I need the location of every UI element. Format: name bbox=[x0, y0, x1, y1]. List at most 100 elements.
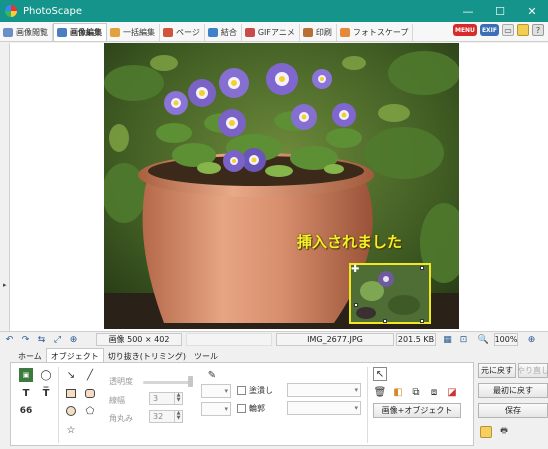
line-width-value: 3 bbox=[153, 394, 159, 403]
group-icon[interactable]: ⧈ bbox=[427, 385, 441, 399]
outline-label: 輪郭 bbox=[249, 404, 265, 413]
filesize-field: 201.5 KB bbox=[396, 333, 436, 346]
rounded-rectangle-icon[interactable] bbox=[83, 386, 97, 400]
status-bar: ↶ ↷ ⇆ ⤢ ⊕ 画像 500 × 402 IMG_2677.JPG 201.… bbox=[0, 331, 548, 347]
tab-tools[interactable]: ツール bbox=[190, 349, 222, 363]
text-icon[interactable]: T bbox=[19, 386, 33, 400]
tab-combine[interactable]: 結合 bbox=[205, 24, 242, 41]
image-object-button[interactable]: 画像+オブジェクト bbox=[373, 403, 461, 418]
photoscape-logo-icon bbox=[5, 5, 17, 17]
tab-print[interactable]: 印刷 bbox=[300, 24, 337, 41]
photoscape-icon bbox=[339, 28, 350, 37]
expand-arrow-icon[interactable]: ▸ bbox=[3, 281, 7, 289]
editor-icon bbox=[57, 28, 67, 37]
zoom-fit-icon[interactable]: ⊕ bbox=[67, 333, 80, 346]
resize-handle[interactable] bbox=[383, 319, 387, 323]
image-canvas[interactable]: 挿入されました ✚ bbox=[10, 43, 548, 331]
arrow-line-icon[interactable]: ↘ bbox=[64, 368, 78, 382]
folder-icon[interactable] bbox=[517, 24, 529, 36]
minimize-button[interactable]: — bbox=[452, 0, 484, 22]
zoom-in-icon[interactable]: ⊕ bbox=[525, 333, 538, 346]
tab-label: GIFアニメ bbox=[257, 28, 295, 37]
zoom-field[interactable]: 100% bbox=[494, 333, 518, 346]
ellipse-icon[interactable] bbox=[64, 404, 78, 418]
blank-field bbox=[186, 333, 272, 346]
fill-checkbox[interactable] bbox=[237, 386, 246, 395]
tab-page[interactable]: ページ bbox=[160, 24, 205, 41]
window-icon[interactable]: ▭ bbox=[502, 24, 514, 36]
maximize-button[interactable]: ☐ bbox=[484, 0, 516, 22]
pointer-tool-icon[interactable]: ↖ bbox=[373, 367, 387, 381]
combine-icon bbox=[207, 28, 218, 37]
star-icon[interactable]: ☆ bbox=[64, 423, 78, 437]
flip-icon[interactable]: ⇆ bbox=[35, 333, 48, 346]
opacity-slider-track[interactable] bbox=[143, 381, 193, 384]
quote-icon[interactable]: 66 bbox=[19, 404, 33, 418]
fill-style-dropdown[interactable]: ▾ bbox=[287, 383, 361, 397]
text-vertical-icon[interactable]: T̅ bbox=[39, 386, 53, 400]
bring-front-icon[interactable]: ◧ bbox=[391, 385, 405, 399]
undo-button[interactable]: 元に戻す bbox=[478, 363, 516, 378]
tab-gif[interactable]: GIFアニメ bbox=[242, 24, 300, 41]
line-style-dropdown[interactable]: ▾ bbox=[201, 384, 231, 398]
round-label: 角丸み bbox=[109, 414, 133, 423]
tab-home[interactable]: ホーム bbox=[14, 349, 46, 363]
opacity-slider-thumb[interactable] bbox=[188, 376, 193, 387]
save-button[interactable]: 保存 bbox=[478, 403, 548, 418]
line-icon[interactable]: ╱ bbox=[83, 368, 97, 382]
separator bbox=[367, 367, 368, 443]
tab-crop[interactable]: 切り抜き(トリミング) bbox=[104, 349, 190, 363]
outline-style-dropdown[interactable]: ▾ bbox=[287, 401, 361, 415]
rectangle-icon[interactable] bbox=[64, 386, 78, 400]
window-title: PhotoScape bbox=[23, 5, 82, 17]
help-icon[interactable]: ? bbox=[532, 24, 544, 36]
resize-icon[interactable]: ⤢ bbox=[51, 333, 64, 346]
tab-viewer[interactable]: 画像閲覧 bbox=[0, 24, 53, 41]
menu-button[interactable]: MENU bbox=[452, 24, 477, 36]
resize-handle[interactable] bbox=[420, 266, 424, 270]
close-button[interactable]: ✕ bbox=[516, 0, 548, 22]
inserted-text-object[interactable]: 挿入されました bbox=[297, 231, 402, 252]
grid-icon[interactable]: ▦ bbox=[441, 333, 454, 346]
object-color-icon[interactable]: ◪ bbox=[445, 385, 459, 399]
tab-label: 画像編集 bbox=[70, 28, 102, 37]
fit-window-icon[interactable]: ⊡ bbox=[457, 333, 470, 346]
photo-object-icon[interactable]: ▣ bbox=[19, 368, 33, 382]
speech-balloon-icon[interactable]: ◯ bbox=[39, 368, 53, 382]
redo-button[interactable]: やり直し bbox=[517, 363, 548, 378]
round-stepper[interactable]: 32 ▲ ▼ bbox=[149, 410, 183, 423]
zoom-out-icon[interactable]: 🔍 bbox=[477, 333, 490, 346]
round-value: 32 bbox=[153, 412, 164, 421]
open-file-icon[interactable] bbox=[480, 426, 492, 438]
eyedropper-icon[interactable]: ✎ bbox=[205, 368, 219, 382]
tab-label: 印刷 bbox=[315, 28, 332, 37]
line-color-dropdown[interactable]: ▾ bbox=[201, 402, 231, 416]
line-width-stepper[interactable]: 3 ▲ ▼ bbox=[149, 392, 183, 405]
image-size-field: 画像 500 × 402 bbox=[96, 333, 182, 346]
delete-object-icon[interactable]: 🗑 bbox=[373, 385, 387, 399]
tab-batch[interactable]: 一括編集 bbox=[107, 24, 160, 41]
tab-photoscape[interactable]: フォトスケープ bbox=[337, 24, 414, 41]
line-width-label: 線幅 bbox=[109, 396, 125, 405]
fill-label: 塗潰し bbox=[249, 386, 273, 395]
outline-checkbox[interactable] bbox=[237, 404, 246, 413]
filename-field: IMG_2677.JPG bbox=[276, 333, 394, 346]
rotate-left-icon[interactable]: ↶ bbox=[3, 333, 16, 346]
print-icon bbox=[302, 28, 313, 37]
left-panel-strip: ▸ bbox=[0, 43, 10, 331]
pentagon-icon[interactable]: ⬠ bbox=[83, 404, 97, 418]
tab-object[interactable]: オブジェクト bbox=[45, 348, 104, 363]
selection-box[interactable] bbox=[349, 263, 431, 324]
print-icon[interactable]: 🖶 bbox=[498, 426, 510, 438]
undo-all-button[interactable]: 最初に戻す bbox=[478, 383, 548, 398]
duplicate-icon[interactable]: ⧉ bbox=[409, 385, 423, 399]
exif-button[interactable]: EXIF bbox=[479, 24, 499, 36]
rotate-right-icon[interactable]: ↷ bbox=[19, 333, 32, 346]
resize-handle[interactable] bbox=[420, 319, 424, 323]
separator bbox=[58, 367, 59, 443]
gif-icon bbox=[244, 28, 255, 37]
resize-handle[interactable] bbox=[354, 303, 358, 307]
move-cross-icon[interactable]: ✚ bbox=[351, 264, 359, 275]
tab-editor[interactable]: 画像編集 bbox=[53, 23, 107, 41]
photo-flower-pot: 挿入されました ✚ bbox=[104, 43, 459, 329]
